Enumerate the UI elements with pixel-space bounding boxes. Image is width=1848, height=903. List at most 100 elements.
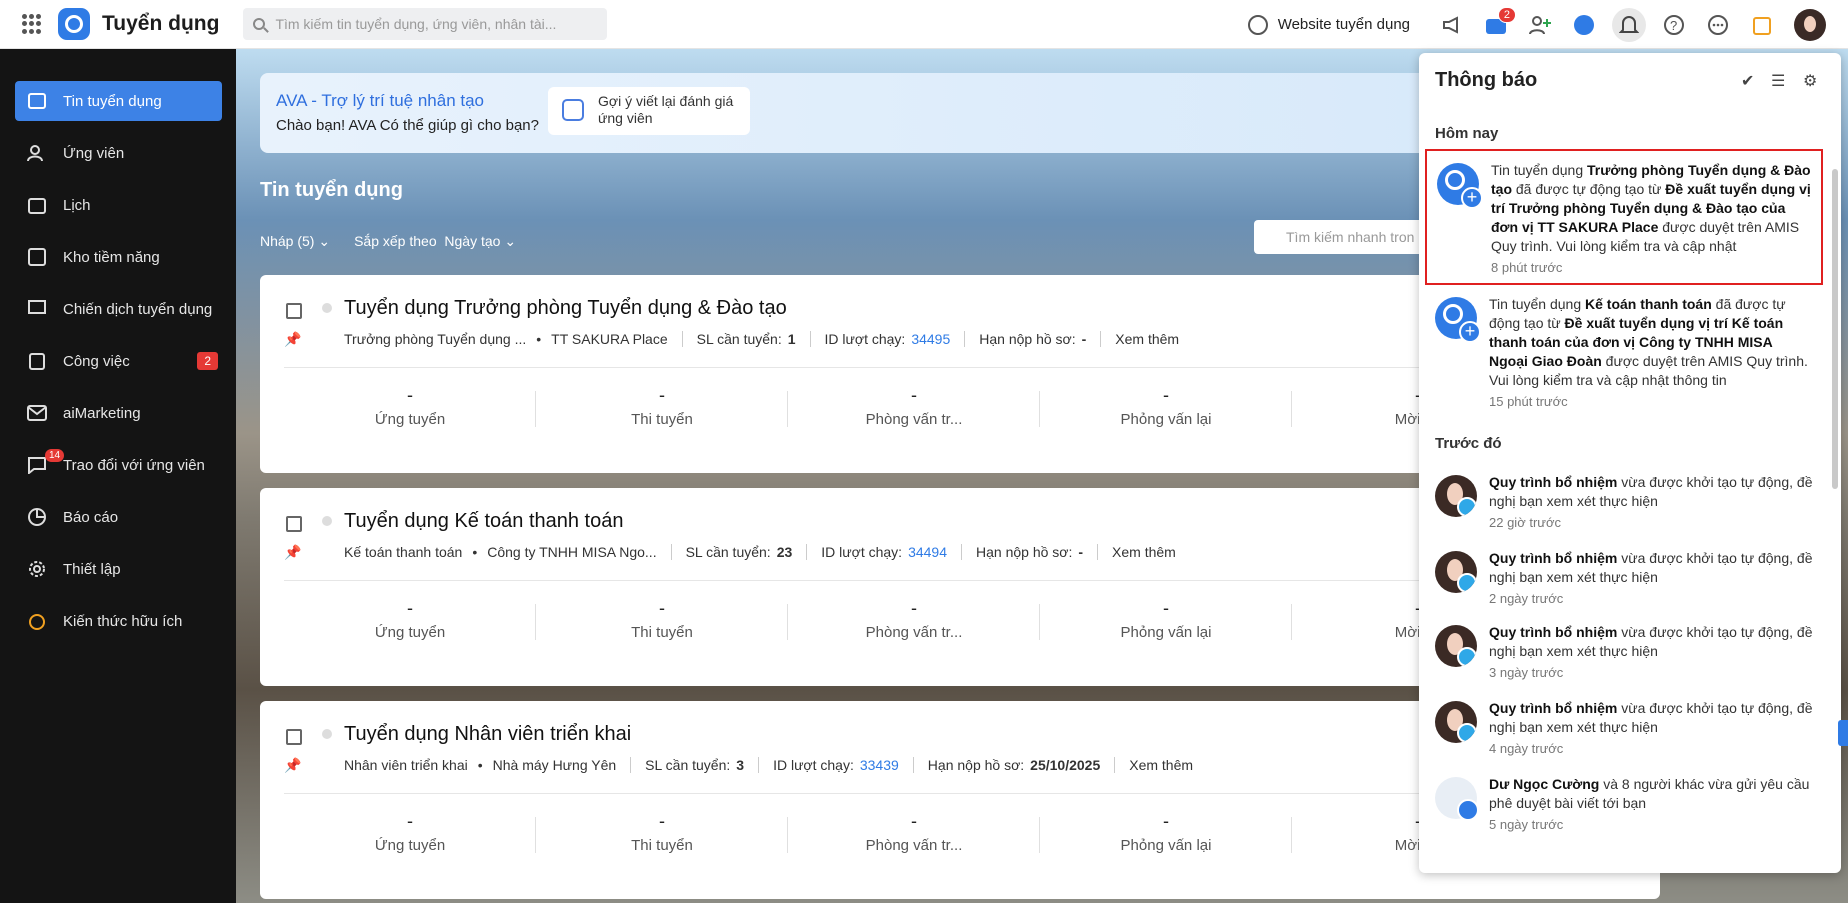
panel-scrollbar[interactable] xyxy=(1832,169,1838,489)
user-avatar[interactable] xyxy=(1794,8,1826,41)
sidebar-item-chien-dich[interactable]: Chiến dịch tuyển dụng xyxy=(15,289,222,329)
sidebar-item-label: Lịch xyxy=(63,196,91,214)
user-avatar-icon xyxy=(1435,701,1477,743)
stat-thi-tuyen[interactable]: - Thi tuyển xyxy=(536,811,788,854)
website-label: Website tuyển dụng xyxy=(1277,16,1410,33)
pin-icon[interactable]: 📌 xyxy=(284,544,301,561)
see-more-link[interactable]: Xem thêm xyxy=(1129,757,1193,773)
mail-icon xyxy=(27,403,47,423)
ava-suggestion-button[interactable]: Gợi ý viết lại đánh giá ứng viên xyxy=(548,87,750,135)
status-dot xyxy=(322,729,332,739)
stat-phong-van[interactable]: - Phòng vấn tr... xyxy=(788,385,1040,428)
more-icon[interactable] xyxy=(1706,13,1730,37)
job-qty: 3 xyxy=(736,757,745,773)
job-title[interactable]: Tuyển dụng Nhân viên triển khai xyxy=(344,723,631,746)
notification-item[interactable]: Quy trình bổ nhiệm vừa được khởi tạo tự … xyxy=(1425,463,1823,532)
stat-phong-van-lai[interactable]: - Phỏng vấn lại xyxy=(1040,811,1292,854)
job-stats: - Ứng tuyển - Thi tuyển - Phòng vấn tr... -… xyxy=(284,598,1544,641)
stat-ung-tuyen[interactable]: - Ứng tuyển xyxy=(284,385,536,428)
sidebar-item-thiet-lap[interactable]: Thiết lập xyxy=(15,549,222,589)
job-meta: Kế toán thanh toán • Công ty TNHH MISA Ngo… xyxy=(344,544,1176,560)
sidebar-item-cong-viec[interactable]: Công việc 2 xyxy=(15,341,222,381)
job-checkbox[interactable] xyxy=(286,516,302,532)
sidebar-item-label: Công việc xyxy=(63,352,130,370)
users-icon xyxy=(27,143,47,163)
stat-thi-tuyen[interactable]: - Thi tuyển xyxy=(536,598,788,641)
sidebar-item-aimarketing[interactable]: aiMarketing xyxy=(15,393,222,433)
bell-icon[interactable] xyxy=(1612,7,1646,42)
job-title[interactable]: Tuyển dụng Trưởng phòng Tuyển dụng & Đào… xyxy=(344,297,787,320)
app-logo[interactable] xyxy=(58,8,90,40)
job-position: Trưởng phòng Tuyển dụng ... xyxy=(344,331,527,347)
job-checkbox[interactable] xyxy=(286,729,302,745)
apps-grid-icon[interactable] xyxy=(22,14,42,34)
campaign-icon xyxy=(27,299,47,319)
notification-item[interactable]: + Tin tuyển dụng Trưởng phòng Tuyển dụng… xyxy=(1425,149,1823,285)
add-user-icon[interactable] xyxy=(1528,13,1552,37)
run-id-link[interactable]: 34495 xyxy=(911,331,950,347)
chat-icon xyxy=(27,455,47,475)
qty-label: SL cần tuyển: xyxy=(696,331,782,347)
expand-side-button[interactable] xyxy=(1838,720,1848,746)
help-icon[interactable]: ? xyxy=(1662,13,1686,37)
megaphone-icon[interactable] xyxy=(1440,13,1464,37)
sidebar-item-tin-tuyen-dung[interactable]: Tin tuyển dụng xyxy=(15,81,222,121)
run-id-label: ID lượt chạy: xyxy=(773,757,854,773)
messenger-icon[interactable] xyxy=(1572,13,1596,37)
mark-all-read-icon[interactable]: ✔ xyxy=(1741,71,1754,91)
sort-label: Sắp xếp theo xyxy=(354,233,437,249)
notification-item[interactable]: Quy trình bổ nhiệm vừa được khởi tạo tự … xyxy=(1425,689,1823,758)
notification-panel: Thông báo ✔ ☰ ⚙ Hôm nay + Tin tuyển dụng… xyxy=(1419,53,1841,873)
pin-icon[interactable]: 📌 xyxy=(284,757,301,774)
sidebar-item-label: Thiết lập xyxy=(63,560,121,578)
draft-filter-dropdown[interactable]: Nháp (5) ⌄ xyxy=(260,233,330,250)
stat-phong-van-lai[interactable]: - Phỏng vấn lại xyxy=(1040,385,1292,428)
sidebar-item-label: Kiến thức hữu ích xyxy=(63,612,183,630)
job-stats: - Ứng tuyển - Thi tuyển - Phòng vấn tr... -… xyxy=(284,385,1544,428)
notification-time: 8 phút trước xyxy=(1491,260,1563,275)
job-qty: 23 xyxy=(776,544,793,560)
task-icon xyxy=(27,351,47,371)
notification-item[interactable]: + Tin tuyển dụng Kế toán thanh toán đã đ… xyxy=(1425,285,1823,411)
notification-item[interactable]: Quy trình bổ nhiệm vừa được khởi tạo tự … xyxy=(1425,539,1823,608)
job-unit: Nhà máy Hưng Yên xyxy=(492,757,617,773)
run-id-link[interactable]: 33439 xyxy=(860,757,899,773)
see-more-link[interactable]: Xem thêm xyxy=(1112,544,1176,560)
sidebar-item-lich[interactable]: Lịch xyxy=(15,185,222,225)
job-post-icon: + xyxy=(1435,297,1481,343)
sort-dropdown[interactable]: Ngày tạo ⌄ xyxy=(444,233,516,249)
search-icon xyxy=(253,18,266,30)
sidebar-item-kien-thuc[interactable]: Kiến thức hữu ích xyxy=(15,601,222,641)
suggestion-icon xyxy=(562,99,584,121)
stat-thi-tuyen[interactable]: - Thi tuyển xyxy=(536,385,788,428)
see-more-link[interactable]: Xem thêm xyxy=(1115,331,1179,347)
job-checkbox[interactable] xyxy=(286,303,302,319)
job-deadline: - xyxy=(1078,544,1084,560)
pin-icon[interactable]: 📌 xyxy=(284,331,301,348)
lightbulb-icon[interactable] xyxy=(1750,13,1774,37)
cart-icon[interactable]: 2 xyxy=(1484,6,1516,37)
job-post-icon: + xyxy=(1437,163,1483,209)
draft-filter-label: Nháp (5) xyxy=(260,233,315,249)
user-avatar-icon xyxy=(1435,475,1477,517)
stat-phong-van-lai[interactable]: - Phỏng vấn lại xyxy=(1040,598,1292,641)
website-link[interactable]: Website tuyển dụng xyxy=(1247,14,1410,35)
sidebar-item-ung-vien[interactable]: Ứng viên xyxy=(15,133,222,173)
run-id-link[interactable]: 34494 xyxy=(908,544,947,560)
stat-ung-tuyen[interactable]: - Ứng tuyển xyxy=(284,598,536,641)
sidebar-item-label: Chiến dịch tuyển dụng xyxy=(63,300,213,318)
filter-icon[interactable]: ☰ xyxy=(1771,71,1785,91)
stat-phong-van[interactable]: - Phòng vấn tr... xyxy=(788,598,1040,641)
job-title[interactable]: Tuyển dụng Kế toán thanh toán xyxy=(344,510,623,533)
section-earlier: Trước đó xyxy=(1435,435,1502,452)
notification-item[interactable]: Quy trình bổ nhiệm vừa được khởi tạo tự … xyxy=(1425,613,1823,682)
stat-ung-tuyen[interactable]: - Ứng tuyển xyxy=(284,811,536,854)
sidebar-item-kho-tiem-nang[interactable]: Kho tiềm năng xyxy=(15,237,222,277)
sidebar-item-trao-doi[interactable]: 14 Trao đổi với ứng viên xyxy=(15,445,222,485)
gear-icon[interactable]: ⚙ xyxy=(1803,71,1817,91)
global-search-input[interactable]: Tìm kiếm tin tuyển dụng, ứng viên, nhân … xyxy=(243,8,608,40)
deadline-label: Hạn nộp hồ sơ: xyxy=(927,757,1025,773)
notification-item[interactable]: Dư Ngọc Cường và 8 người khác vừa gửi yê… xyxy=(1425,765,1823,834)
stat-phong-van[interactable]: - Phòng vấn tr... xyxy=(788,811,1040,854)
sidebar-item-bao-cao[interactable]: Báo cáo xyxy=(15,497,222,537)
